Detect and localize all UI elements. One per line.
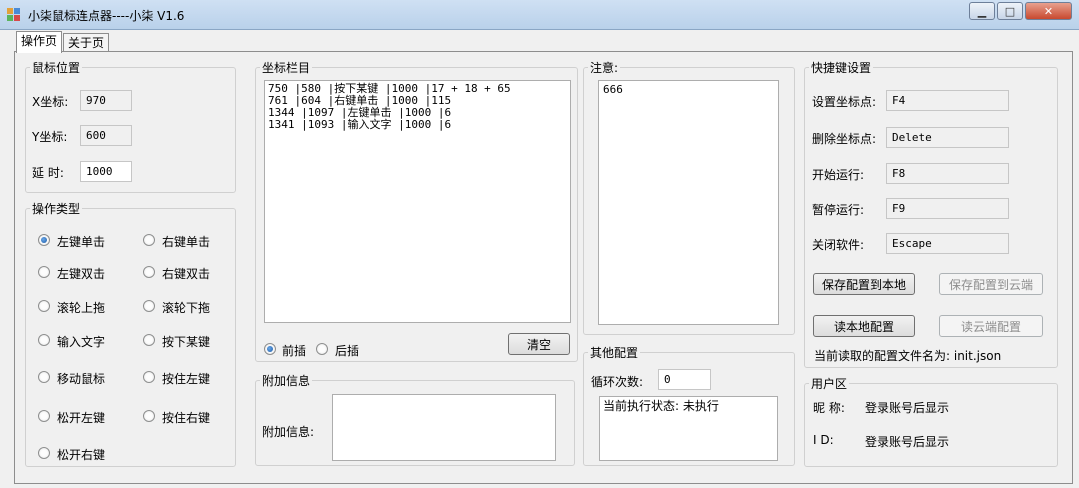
- save-local-button[interactable]: 保存配置到本地: [813, 273, 915, 295]
- status-box: 当前执行状态: 未执行: [599, 396, 778, 461]
- y-coordinate-field[interactable]: 600: [80, 125, 132, 146]
- nickname-label: 昵 称:: [813, 401, 845, 415]
- app-icon: [7, 8, 21, 22]
- operation-type-label: 操作类型: [30, 200, 83, 217]
- id-value: 登录账号后显示: [865, 435, 950, 449]
- hotkey-field[interactable]: F8: [886, 163, 1009, 184]
- operation-radio-label: 输入文字: [57, 335, 106, 349]
- operation-radio[interactable]: [143, 234, 155, 246]
- hotkey-label: 开始运行:: [812, 168, 865, 182]
- hotkey-label: 暂停运行:: [812, 203, 865, 217]
- clear-button[interactable]: 清空: [508, 333, 570, 355]
- operation-radio-label: 滚轮下拖: [162, 301, 211, 315]
- operation-radio[interactable]: [143, 266, 155, 278]
- operation-radio-label: 右键单击: [162, 235, 211, 249]
- hotkey-label: 删除坐标点:: [812, 132, 877, 146]
- delay-label: 延 时:: [32, 166, 64, 180]
- window-title: 小柒鼠标连点器----小柒 V1.6: [28, 9, 185, 23]
- hotkey-label: 关闭软件:: [812, 238, 865, 252]
- read-local-button[interactable]: 读本地配置: [813, 315, 915, 337]
- operation-radio-label: 滚轮上拖: [57, 301, 106, 315]
- minimize-icon: ▁: [977, 4, 987, 18]
- extra-info-label: 附加信息: [260, 372, 313, 389]
- notes-textarea[interactable]: 666: [598, 80, 779, 325]
- hotkey-field[interactable]: Escape: [886, 233, 1009, 254]
- extra-info-input[interactable]: [332, 394, 556, 461]
- operation-radio-label: 按住右键: [162, 411, 211, 425]
- insert-before-radio[interactable]: [264, 343, 276, 355]
- operation-radio[interactable]: [143, 334, 155, 346]
- operation-radio-label: 按住左键: [162, 372, 211, 386]
- coordinates-label: 坐标栏目: [260, 59, 313, 76]
- notes-label: 注意:: [588, 59, 621, 76]
- operation-radio[interactable]: [38, 410, 50, 422]
- operation-radio[interactable]: [38, 266, 50, 278]
- hotkey-label: 设置坐标点:: [812, 95, 877, 109]
- operation-radio-label: 按下某键: [162, 335, 211, 349]
- tab-operation[interactable]: 操作页: [16, 31, 63, 53]
- insert-after-radio[interactable]: [316, 343, 328, 355]
- hotkey-field[interactable]: Delete: [886, 127, 1009, 148]
- x-coordinate-field[interactable]: 970: [80, 90, 132, 111]
- operation-radio[interactable]: [38, 447, 50, 459]
- title-bar: 小柒鼠标连点器----小柒 V1.6 ▁ □ ✕: [0, 0, 1079, 30]
- insert-before-label: 前插: [282, 344, 307, 358]
- operation-radio[interactable]: [143, 300, 155, 312]
- tab-about[interactable]: 关于页: [63, 33, 110, 52]
- y-label: Y坐标:: [32, 130, 68, 144]
- operation-radio[interactable]: [38, 300, 50, 312]
- insert-after-label: 后插: [335, 344, 360, 358]
- user-label: 用户区: [809, 375, 850, 392]
- operation-radio-label: 移动鼠标: [57, 372, 106, 386]
- operation-radio-label: 松开左键: [57, 411, 106, 425]
- loop-count-label: 循环次数:: [591, 375, 644, 389]
- other-config-label: 其他配置: [588, 344, 641, 361]
- coordinates-list[interactable]: 750 |580 |按下某键 |1000 |17 + 18 + 65 761 |6…: [264, 80, 571, 323]
- hotkeys-label: 快捷键设置: [809, 59, 874, 76]
- operation-radio[interactable]: [143, 371, 155, 383]
- operation-radio-label: 左键双击: [57, 267, 106, 281]
- close-icon: ✕: [1043, 4, 1054, 18]
- id-label: I D:: [813, 433, 834, 447]
- coordinate-row[interactable]: 1341 |1093 |输入文字 |1000 |6: [268, 119, 567, 131]
- config-file-text: 当前读取的配置文件名为: init.json: [814, 349, 1002, 363]
- hotkey-field[interactable]: F4: [886, 90, 1009, 111]
- save-cloud-button[interactable]: 保存配置到云端: [939, 273, 1043, 295]
- operation-radio-label: 左键单击: [57, 235, 106, 249]
- read-cloud-button[interactable]: 读云端配置: [939, 315, 1043, 337]
- operation-radio-label: 松开右键: [57, 448, 106, 462]
- operation-radio[interactable]: [143, 410, 155, 422]
- maximize-button[interactable]: □: [997, 2, 1023, 20]
- mouse-position-label: 鼠标位置: [30, 59, 83, 76]
- operation-radio[interactable]: [38, 234, 50, 246]
- operation-radio-label: 右键双击: [162, 267, 211, 281]
- maximize-icon: □: [1004, 4, 1016, 18]
- operation-radio[interactable]: [38, 334, 50, 346]
- extra-info-field-label: 附加信息:: [262, 425, 315, 439]
- close-button[interactable]: ✕: [1025, 2, 1072, 20]
- minimize-button[interactable]: ▁: [969, 2, 995, 20]
- nickname-value: 登录账号后显示: [865, 401, 950, 415]
- loop-count-field[interactable]: 0: [658, 369, 711, 390]
- user-group: [804, 383, 1058, 467]
- x-label: X坐标:: [32, 95, 69, 109]
- hotkey-field[interactable]: F9: [886, 198, 1009, 219]
- operation-radio[interactable]: [38, 371, 50, 383]
- delay-field[interactable]: 1000: [80, 161, 132, 182]
